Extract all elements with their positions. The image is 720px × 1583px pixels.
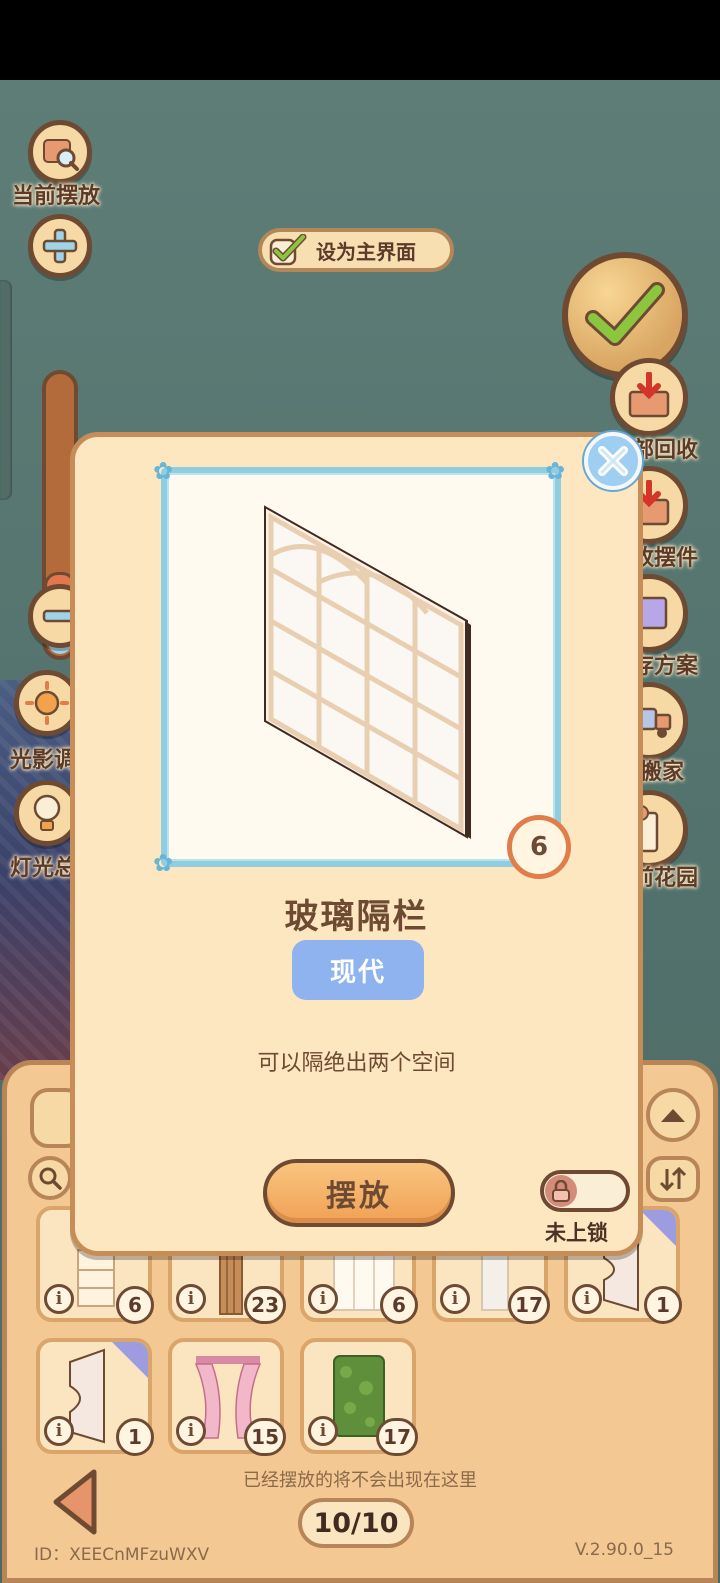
app-version: V.2.90.0_15 — [574, 1540, 674, 1560]
new-badge-icon — [112, 1342, 148, 1378]
item-count: 17 — [376, 1418, 418, 1456]
style-tag: 现代 — [292, 940, 424, 1000]
place-button[interactable]: 摆放 — [263, 1159, 455, 1227]
sun-moon-icon — [25, 681, 69, 725]
item-count: 1 — [644, 1286, 682, 1324]
item-name: 玻璃隔栏 — [284, 897, 429, 937]
lighting-label: 光影调 — [10, 748, 77, 773]
confirm-button[interactable] — [562, 252, 688, 378]
current-placement-button[interactable] — [28, 120, 92, 184]
item-count: 1 — [116, 1418, 154, 1456]
info-icon[interactable]: i — [572, 1284, 602, 1314]
placement-search-icon — [43, 139, 79, 171]
check-icon — [585, 282, 665, 346]
info-icon[interactable]: i — [308, 1284, 338, 1314]
inventory-hint: 已经摆放的将不会出现在这里 — [243, 1470, 477, 1491]
close-icon — [598, 446, 628, 476]
lock-status-label: 未上锁 — [545, 1221, 608, 1245]
sort-icon — [659, 1166, 687, 1192]
info-icon[interactable]: i — [176, 1416, 206, 1446]
move-house-label: 搬家 — [640, 760, 685, 785]
item-count: 6 — [380, 1286, 418, 1324]
close-dialog-button[interactable] — [584, 432, 642, 490]
inventory-slot[interactable]: i 15 — [168, 1338, 286, 1456]
inventory-slot[interactable]: i 17 — [300, 1338, 418, 1456]
lock-icon — [545, 1175, 577, 1207]
light-bulb-icon — [33, 794, 61, 831]
light-label: 灯光总 — [10, 856, 77, 881]
new-badge-icon — [640, 1210, 676, 1246]
info-icon[interactable]: i — [44, 1284, 74, 1314]
back-button[interactable] — [50, 1468, 100, 1540]
set-home-toggle[interactable]: 设为主界面 — [258, 228, 454, 272]
box-arrow-icon — [628, 372, 670, 418]
item-count: 23 — [244, 1286, 286, 1324]
scroll-up-button[interactable] — [646, 1088, 700, 1142]
item-quantity: 6 — [507, 815, 571, 879]
info-icon[interactable]: i — [176, 1284, 206, 1314]
info-icon[interactable]: i — [44, 1416, 74, 1446]
plus-icon — [42, 228, 78, 264]
back-arrow-icon — [53, 1469, 97, 1535]
zoom-in-button[interactable] — [28, 214, 92, 278]
side-drawer-handle[interactable] — [0, 280, 12, 500]
info-icon[interactable]: i — [308, 1416, 338, 1446]
search-icon — [39, 1167, 62, 1190]
item-detail-dialog: ✿ ✿ ✿ 6 玻璃隔栏 现代 可以隔绝出两个空间 摆放 未上锁 — [70, 432, 643, 1256]
item-description: 可以隔绝出两个空间 — [257, 1051, 456, 1076]
page-indicator: 10/10 — [298, 1498, 414, 1548]
set-home-label: 设为主界面 — [316, 239, 416, 264]
glass-partition-preview — [264, 505, 471, 839]
info-icon[interactable]: i — [440, 1284, 470, 1314]
lock-toggle[interactable] — [540, 1170, 630, 1212]
search-button[interactable] — [28, 1156, 72, 1200]
item-preview: ✿ ✿ ✿ — [153, 459, 565, 875]
checkbox-icon — [268, 233, 308, 267]
current-placement-label: 当前摆放 — [12, 184, 101, 209]
sort-button[interactable] — [646, 1156, 700, 1202]
recycle-all-button[interactable] — [610, 358, 688, 436]
item-count: 6 — [116, 1286, 154, 1324]
arrow-up-icon — [661, 1109, 685, 1122]
item-count: 15 — [244, 1418, 286, 1456]
player-id: ID：XEECnMFzuWXV — [34, 1545, 210, 1565]
inventory-slot[interactable]: i 1 — [36, 1338, 154, 1456]
item-count: 17 — [508, 1286, 550, 1324]
